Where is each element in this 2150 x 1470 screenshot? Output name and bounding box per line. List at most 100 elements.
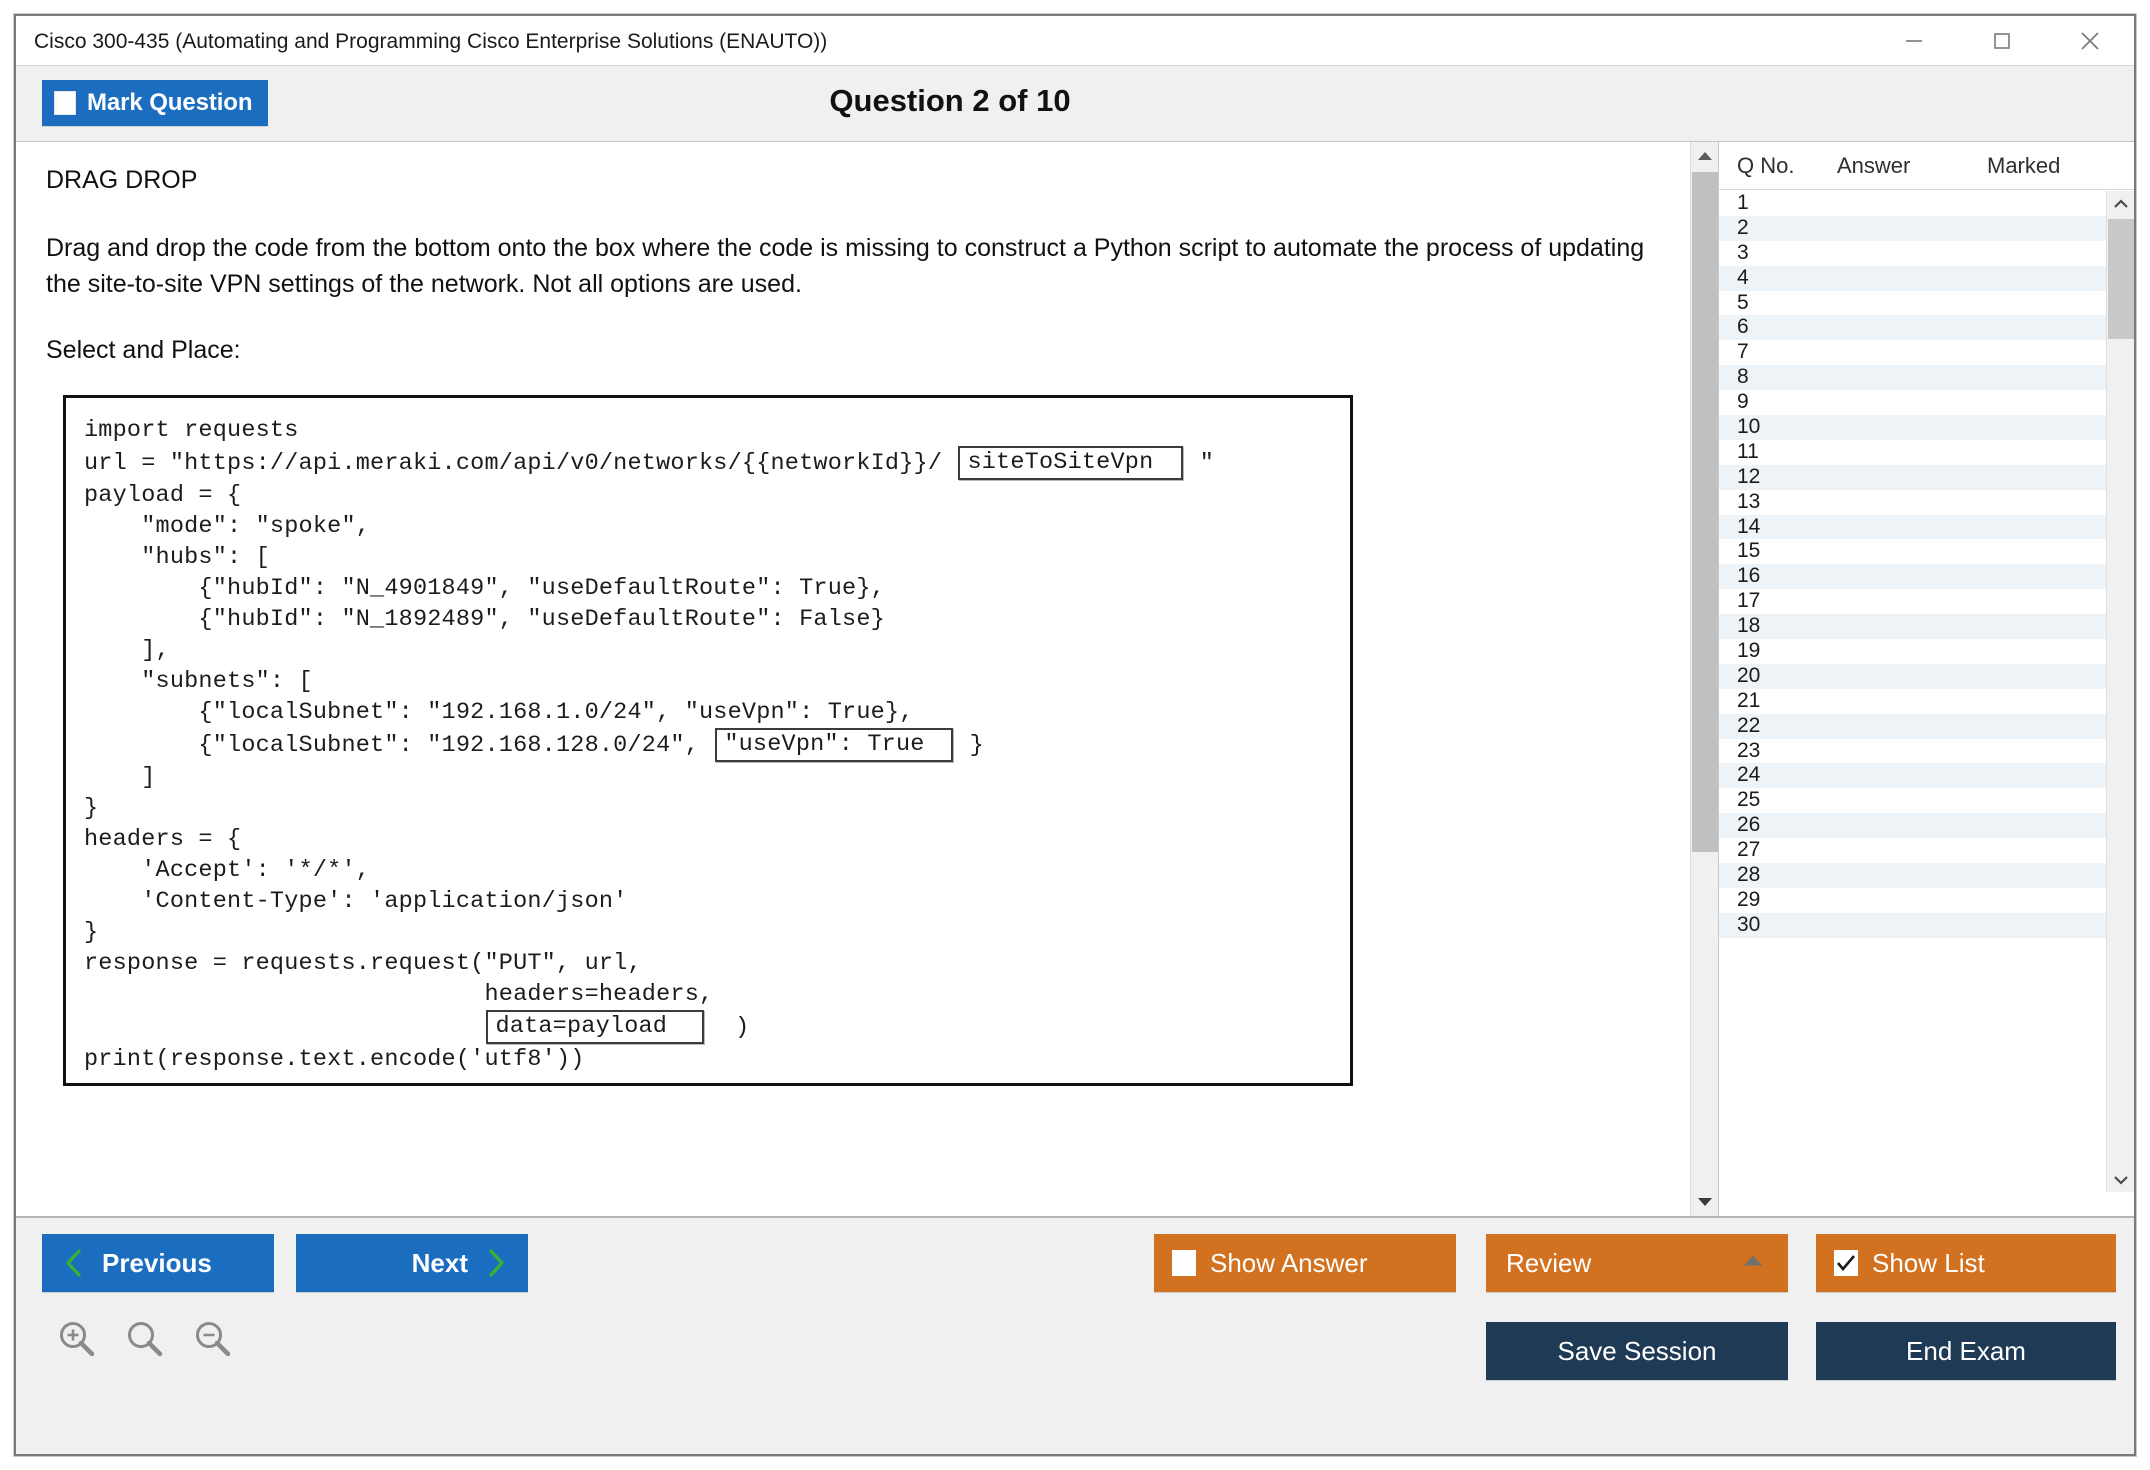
end-exam-button[interactable]: End Exam xyxy=(1816,1322,2116,1380)
scroll-down-button[interactable] xyxy=(1691,1188,1719,1216)
question-list-row[interactable]: 23 xyxy=(1719,739,2106,764)
question-list-row[interactable]: 29 xyxy=(1719,888,2106,913)
question-list-row[interactable]: 27 xyxy=(1719,838,2106,863)
select-and-place-label: Select and Place: xyxy=(46,336,1660,365)
review-dropdown[interactable]: Review xyxy=(1486,1234,1788,1292)
show-list-label: Show List xyxy=(1872,1248,1985,1279)
question-content-pane: DRAG DROP Drag and drop the code from th… xyxy=(16,142,1690,1216)
show-answer-label: Show Answer xyxy=(1210,1248,1368,1279)
checkmark-icon xyxy=(1836,1254,1856,1272)
question-list-row[interactable]: 8 xyxy=(1719,365,2106,390)
list-scroll-down-button[interactable] xyxy=(2107,1166,2135,1192)
next-button[interactable]: Next xyxy=(296,1234,528,1292)
code-line-hub-1: {"hubId": "N_4901849", "useDefaultRoute"… xyxy=(84,573,1350,604)
code-line-headers-open: headers = { xyxy=(84,824,1350,855)
column-header-q-no: Q No. xyxy=(1737,153,1794,179)
save-session-label: Save Session xyxy=(1558,1336,1717,1367)
zoom-toolbar xyxy=(56,1318,234,1365)
question-list-row[interactable]: 21 xyxy=(1719,689,2106,714)
code-line-headers-arg: headers=headers, xyxy=(84,979,1350,1010)
show-list-checkbox[interactable] xyxy=(1834,1250,1858,1276)
question-list-row[interactable]: 1 xyxy=(1719,191,2106,216)
question-list-row[interactable]: 16 xyxy=(1719,564,2106,589)
chevron-down-icon xyxy=(1697,1197,1713,1207)
question-body-text: Drag and drop the code from the bottom o… xyxy=(46,231,1660,302)
zoom-reset-icon xyxy=(124,1318,166,1360)
question-header: Mark Question Question 2 of 10 xyxy=(16,66,2134,141)
question-list-row[interactable]: 13 xyxy=(1719,490,2106,515)
drop-target-data-payload[interactable]: data=payload xyxy=(486,1010,704,1044)
minimize-button[interactable] xyxy=(1870,16,1958,66)
show-list-button[interactable]: Show List xyxy=(1816,1234,2116,1292)
close-icon xyxy=(2075,26,2105,56)
code-line-hubs-close: ], xyxy=(84,635,1350,666)
list-scroll-up-button[interactable] xyxy=(2107,191,2135,217)
code-line-accept: 'Accept': '*/*', xyxy=(84,855,1350,886)
code-subnet2-suffix: } xyxy=(955,730,984,761)
question-list-row[interactable]: 10 xyxy=(1719,415,2106,440)
code-line-payload-open: payload = { xyxy=(84,480,1350,511)
zoom-reset-button[interactable] xyxy=(124,1318,166,1365)
page-title: Question 2 of 10 xyxy=(16,83,2134,119)
show-answer-checkbox[interactable] xyxy=(1172,1250,1196,1276)
content-scroll-thumb[interactable] xyxy=(1692,172,1718,852)
question-list-row[interactable]: 20 xyxy=(1719,664,2106,689)
question-list-row[interactable]: 9 xyxy=(1719,390,2106,415)
question-list-row[interactable]: 17 xyxy=(1719,589,2106,614)
zoom-in-button[interactable] xyxy=(56,1318,98,1365)
question-list-row[interactable]: 2 xyxy=(1719,216,2106,241)
code-url-prefix: url = "https://api.meraki.com/api/v0/net… xyxy=(84,448,956,479)
question-list-row[interactable]: 11 xyxy=(1719,440,2106,465)
code-snippet-box: import requests url = "https://api.merak… xyxy=(63,395,1353,1086)
window-title: Cisco 300-435 (Automating and Programmin… xyxy=(34,30,827,54)
question-list-row[interactable]: 15 xyxy=(1719,539,2106,564)
code-url-suffix: " xyxy=(1185,448,1214,479)
question-list-panel: Q No. Answer Marked 12345678910111213141… xyxy=(1718,142,2134,1216)
footer-toolbar: Previous Next Show Answer Review xyxy=(16,1216,2134,1453)
question-list-row[interactable]: 24 xyxy=(1719,763,2106,788)
question-list-row[interactable]: 19 xyxy=(1719,639,2106,664)
save-session-button[interactable]: Save Session xyxy=(1486,1322,1788,1380)
question-list-row[interactable]: 22 xyxy=(1719,714,2106,739)
code-line-subnet-2: {"localSubnet": "192.168.128.0/24", "use… xyxy=(84,728,1350,762)
exam-window: Cisco 300-435 (Automating and Programmin… xyxy=(14,14,2136,1456)
list-scroll-thumb[interactable] xyxy=(2108,219,2134,339)
question-list-row[interactable]: 25 xyxy=(1719,788,2106,813)
drop-target-site-to-site-vpn[interactable]: siteToSiteVpn xyxy=(958,446,1183,480)
code-line-data-arg: data=payload ) xyxy=(84,1010,1350,1044)
question-list-row[interactable]: 30 xyxy=(1719,913,2106,938)
question-type-label: DRAG DROP xyxy=(46,166,1660,195)
question-list-header: Q No. Answer Marked xyxy=(1719,142,2134,190)
code-line-1: import requests xyxy=(84,415,1350,446)
scroll-up-button[interactable] xyxy=(1691,142,1719,170)
previous-button[interactable]: Previous xyxy=(42,1234,274,1292)
close-button[interactable] xyxy=(2046,16,2134,66)
question-list-row[interactable]: 28 xyxy=(1719,863,2106,888)
chevron-right-icon xyxy=(486,1248,506,1278)
window-controls xyxy=(1870,16,2134,66)
code-line-content-type: 'Content-Type': 'application/json' xyxy=(84,886,1350,917)
zoom-in-icon xyxy=(56,1318,98,1360)
question-list-row[interactable]: 14 xyxy=(1719,515,2106,540)
maximize-icon xyxy=(1989,28,2015,54)
code-line-headers-close: } xyxy=(84,917,1350,948)
question-list-row[interactable]: 3 xyxy=(1719,241,2106,266)
question-list-row[interactable]: 5 xyxy=(1719,291,2106,316)
column-header-answer: Answer xyxy=(1837,153,1910,179)
question-list-rows[interactable]: 1234567891011121314151617181920212223242… xyxy=(1719,191,2106,1192)
question-list-scrollbar[interactable] xyxy=(2106,191,2134,1192)
question-list-row[interactable]: 18 xyxy=(1719,614,2106,639)
question-list-row[interactable]: 7 xyxy=(1719,340,2106,365)
maximize-button[interactable] xyxy=(1958,16,2046,66)
question-list-row[interactable]: 6 xyxy=(1719,315,2106,340)
review-label: Review xyxy=(1506,1248,1591,1279)
question-list-row[interactable]: 4 xyxy=(1719,266,2106,291)
zoom-out-button[interactable] xyxy=(192,1318,234,1365)
drop-target-use-vpn[interactable]: "useVpn": True xyxy=(715,728,953,762)
question-list-row[interactable]: 26 xyxy=(1719,813,2106,838)
show-answer-button[interactable]: Show Answer xyxy=(1154,1234,1456,1292)
code-subnet2-prefix: {"localSubnet": "192.168.128.0/24", xyxy=(84,730,713,761)
chevron-left-icon xyxy=(64,1248,84,1278)
content-scrollbar[interactable] xyxy=(1690,142,1718,1216)
question-list-row[interactable]: 12 xyxy=(1719,465,2106,490)
